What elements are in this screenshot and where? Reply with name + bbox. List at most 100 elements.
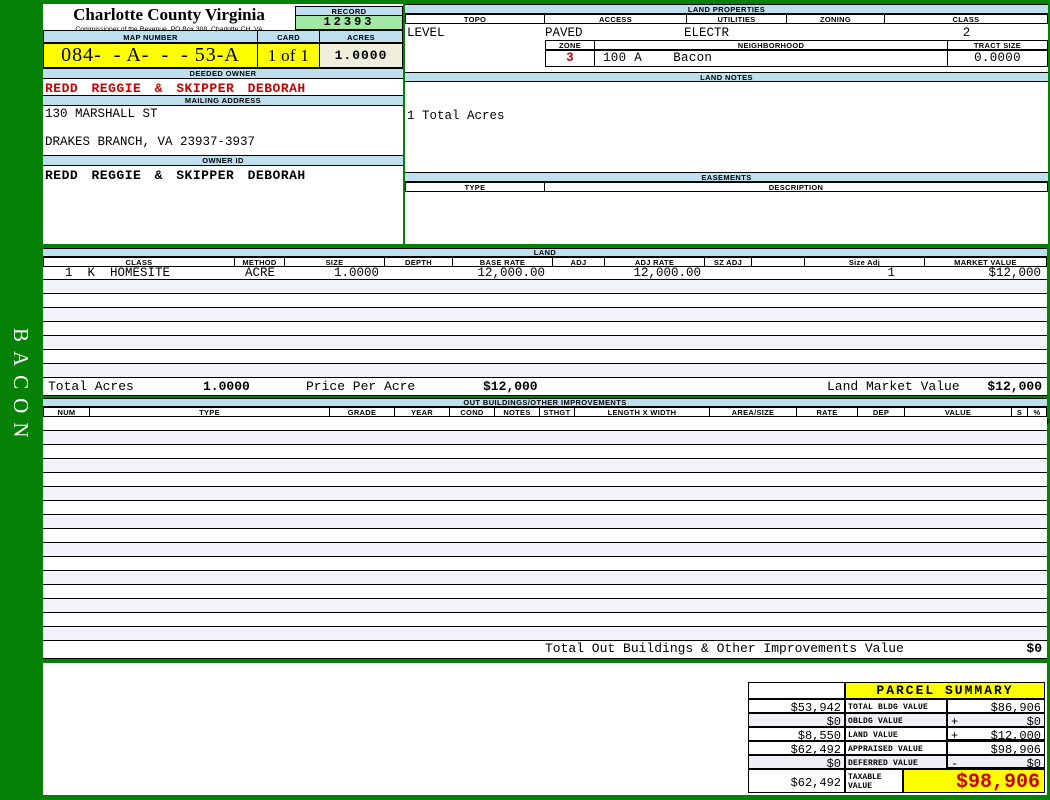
acres-value: 1.0000 <box>320 43 403 68</box>
table-row <box>43 417 1047 431</box>
ob-col-year: YEAR <box>395 407 450 417</box>
outbuildings-title: OUT BUILDINGS/OTHER IMPROVEMENTS <box>43 398 1047 407</box>
summary-label: OBLDG VALUE <box>845 713 947 727</box>
land-row-depth <box>385 267 453 279</box>
table-row <box>43 431 1047 445</box>
topo-value: LEVEL <box>407 26 445 40</box>
table-row <box>43 529 1047 543</box>
summary-row-total-bldg: $53,942 TOTAL BLDG VALUE $86,906 <box>748 699 1045 713</box>
neighborhood-label: NEIGHBORHOOD <box>595 40 948 50</box>
neighborhood-sidebar-label: BACON <box>9 328 33 447</box>
table-row <box>43 473 1047 487</box>
outbuildings-total-label: Total Out Buildings & Other Improvements… <box>545 641 904 656</box>
record-value: 12393 <box>295 16 403 30</box>
outbuildings-table: OUT BUILDINGS/OTHER IMPROVEMENTS NUM TYP… <box>43 398 1050 659</box>
ob-col-sthgt: STHGT <box>540 407 575 417</box>
land-row-size-adj: 1 <box>887 266 895 280</box>
parcel-summary: PARCEL SUMMARY $53,942 TOTAL BLDG VALUE … <box>748 682 1045 793</box>
table-row <box>43 336 1047 350</box>
land-table: LAND CLASS METHOD SIZE DEPTH BASE RATE A… <box>43 248 1047 396</box>
price-per-acre-label: Price Per Acre <box>306 379 416 394</box>
utilities-column-label: UTILITIES <box>687 14 787 24</box>
land-row-market-value: $12,000 <box>988 266 1041 280</box>
land-market-value-value: $12,000 <box>987 379 1042 394</box>
land-totals-row: Total Acres 1.0000 Price Per Acre $12,00… <box>43 378 1047 396</box>
map-number-value: 084- - A- - - 53-A <box>43 43 258 68</box>
parcel-summary-title: PARCEL SUMMARY <box>845 682 1045 699</box>
land-notes-text: 1 Total Acres <box>407 109 505 123</box>
table-row <box>43 501 1047 515</box>
land-row-adj-rate: 12,000.00 <box>633 266 701 280</box>
summary-label: APPRAISED VALUE <box>845 741 947 755</box>
land-col-depth: DEPTH <box>385 257 453 267</box>
total-acres-value: 1.0000 <box>203 379 250 394</box>
zone-label: ZONE <box>545 40 595 50</box>
summary-right-value: + $12,000 <box>947 727 1045 741</box>
owner-panel: Charlotte County Virginia Commissioner o… <box>43 4 403 244</box>
class-value: 2 <box>962 26 971 40</box>
summary-row-deferred: $0 DEFERRED VALUE - $0 <box>748 755 1045 769</box>
summary-label: LAND VALUE <box>845 727 947 741</box>
outbuildings-total-value: $0 <box>1026 641 1042 656</box>
map-number-label: MAP NUMBER <box>43 30 258 43</box>
taxable-left-value: $62,492 <box>748 769 845 793</box>
property-record-card: { "colors": { "page_green": "#058205", "… <box>0 0 1050 800</box>
summary-left-value: $0 <box>748 713 845 727</box>
land-table-title: LAND <box>43 248 1047 257</box>
ob-col-notes: NOTES <box>495 407 540 417</box>
summary-right-value: $98,906 <box>947 741 1045 755</box>
easement-type-label: TYPE <box>405 182 545 192</box>
summary-row-taxable: $62,492 TAXABLE VALUE $98,906 <box>748 768 1045 793</box>
land-row-sz-adj-tbl <box>705 267 752 279</box>
taxable-label: TAXABLE VALUE <box>845 769 903 793</box>
ob-col-s: S <box>1012 407 1028 417</box>
acres-label: ACRES <box>320 30 403 43</box>
access-column-label: ACCESS <box>545 14 687 24</box>
total-acres-label: Total Acres <box>48 379 134 394</box>
land-properties-title: LAND PROPERTIES <box>405 4 1048 14</box>
topo-column-label: TOPO <box>405 14 545 24</box>
access-value: PAVED <box>545 26 583 40</box>
table-row <box>43 459 1047 473</box>
zoning-column-label: ZONING <box>787 14 885 24</box>
table-row <box>43 294 1047 308</box>
table-row <box>43 280 1047 294</box>
land-row: 1 K HOMESITE ACRE 1.0000 12,000.00 12,00… <box>43 267 1047 280</box>
table-row <box>43 613 1047 627</box>
summary-sign: + <box>951 715 959 727</box>
land-empty-rows <box>43 280 1047 378</box>
summary-sign: + <box>951 729 959 741</box>
land-properties-panel: LAND PROPERTIES TOPO ACCESS UTILITIES ZO… <box>405 4 1048 244</box>
table-row <box>43 557 1047 571</box>
summary-right-value: - $0 <box>947 755 1045 769</box>
table-row <box>43 585 1047 599</box>
table-row <box>43 350 1047 364</box>
price-per-acre-value: $12,000 <box>483 379 538 394</box>
table-row <box>43 487 1047 501</box>
county-title: Charlotte County Virginia <box>73 5 265 24</box>
summary-label: DEFERRED VALUE <box>845 755 947 769</box>
land-col-blank <box>752 257 805 267</box>
ob-col-pct-comp: % COMP <box>1028 407 1050 426</box>
ob-col-cond: COND <box>450 407 495 417</box>
deeded-owner-value: REDD REGGIE & SKIPPER DEBORAH <box>45 81 306 96</box>
ob-col-type: TYPE <box>90 407 330 417</box>
taxable-value: $98,906 <box>903 769 1045 793</box>
land-col-size-adj: Size Adj <box>805 257 925 267</box>
summary-row-appraised: $62,492 APPRAISED VALUE $98,906 <box>748 741 1045 755</box>
owner-id-label: OWNER ID <box>43 155 403 166</box>
land-row-size: 1.0000 <box>333 266 379 280</box>
ob-col-grade: GRADE <box>330 407 395 417</box>
table-row <box>43 445 1047 459</box>
table-row <box>43 515 1047 529</box>
ob-col-rate: RATE <box>797 407 858 417</box>
table-row <box>43 322 1047 336</box>
land-row-base-rate: 12,000.00 <box>477 266 545 280</box>
owner-id-value: REDD REGGIE & SKIPPER DEBORAH <box>45 168 306 183</box>
table-row <box>43 543 1047 557</box>
ob-col-length-width: LENGTH X WIDTH <box>575 407 710 417</box>
summary-left-value: $0 <box>748 755 845 769</box>
mailing-address-label: MAILING ADDRESS <box>43 95 403 106</box>
easement-description-label: DESCRIPTION <box>545 182 1048 192</box>
land-row-class: 1 K HOMESITE <box>65 266 171 280</box>
